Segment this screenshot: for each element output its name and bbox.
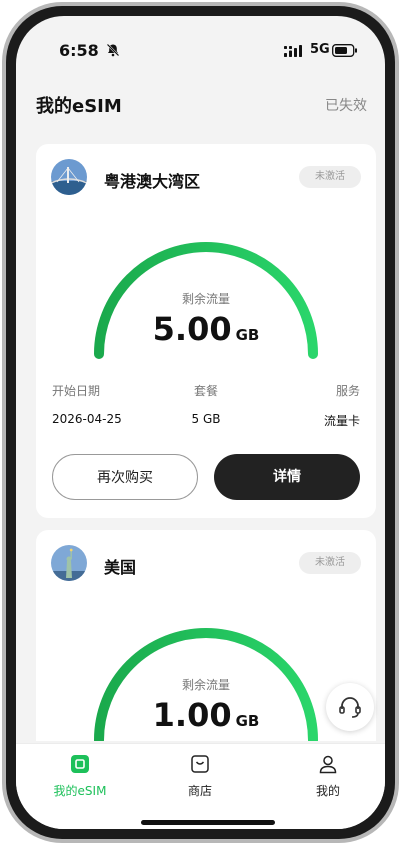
status-bar: 6:58 5G [16,16,385,76]
details-button[interactable]: 详情 [214,454,360,500]
battery-icon [332,44,357,57]
tab-label: 我的 [315,784,340,798]
remaining-unit: GB [235,326,260,344]
tab-label: 商店 [187,784,212,798]
esim-list[interactable]: 粤港澳大湾区 未激活 剩余流量 5.00 GB 开始日期 2026-04-25 … [16,136,385,741]
bell-muted-icon [106,43,120,57]
region-name: 粤港澳大湾区 [104,172,201,191]
expired-esims-link[interactable]: 已失效 [325,95,367,115]
status-time: 6:58 [59,41,99,60]
esim-card[interactable]: 粤港澳大湾区 未激活 剩余流量 5.00 GB 开始日期 2026-04-25 … [36,144,376,518]
phone-frame: 6:58 5G 我的eSIM 已失效 粤港澳大湾区 未激活 剩余流量 5.00 … [2,2,399,843]
esim-icon [71,755,89,773]
signal-icon [284,45,302,57]
home-indicator [141,820,275,825]
statue-of-liberty-icon [51,545,87,581]
esim-card[interactable]: 美国 未激活 剩余流量 1.00 GB [36,530,376,741]
remaining-amount: 5.00 [152,310,232,348]
remaining-amount: 1.00 [152,696,232,734]
tab-label: 我的eSIM [53,784,107,798]
page-title: 我的eSIM [36,96,122,117]
remaining-label: 剩余流量 [181,678,230,692]
tab-bar: 我的eSIM 商店 我的 [16,743,385,829]
tab-profile[interactable]: 我的 [288,754,368,799]
service-value: 流量卡 [323,414,360,428]
status-badge: 未激活 [299,166,361,188]
network-type: 5G [310,42,330,57]
tab-shop[interactable]: 商店 [160,754,240,799]
service-label: 服务 [335,384,360,398]
remaining-unit: GB [235,712,260,730]
tab-my-esim[interactable]: 我的eSIM [40,754,120,799]
service-info: 服务 流量卡 [324,382,360,429]
phone-bezel: 6:58 5G 我的eSIM 已失效 粤港澳大湾区 未激活 剩余流量 5.00 … [6,6,395,839]
shop-icon [191,755,209,773]
remaining-value: 1.00 GB [36,696,376,734]
app-screen: 6:58 5G 我的eSIM 已失效 粤港澳大湾区 未激活 剩余流量 5.00 … [16,16,385,829]
remaining-value: 5.00 GB [36,310,376,348]
headset-icon [339,697,361,718]
status-badge: 未激活 [299,552,361,574]
region-bridge-icon [51,159,87,195]
profile-icon [319,755,337,774]
region-name: 美国 [104,558,137,577]
customer-support-button[interactable] [326,683,374,731]
buy-again-button[interactable]: 再次购买 [52,454,198,500]
remaining-label: 剩余流量 [181,292,230,306]
